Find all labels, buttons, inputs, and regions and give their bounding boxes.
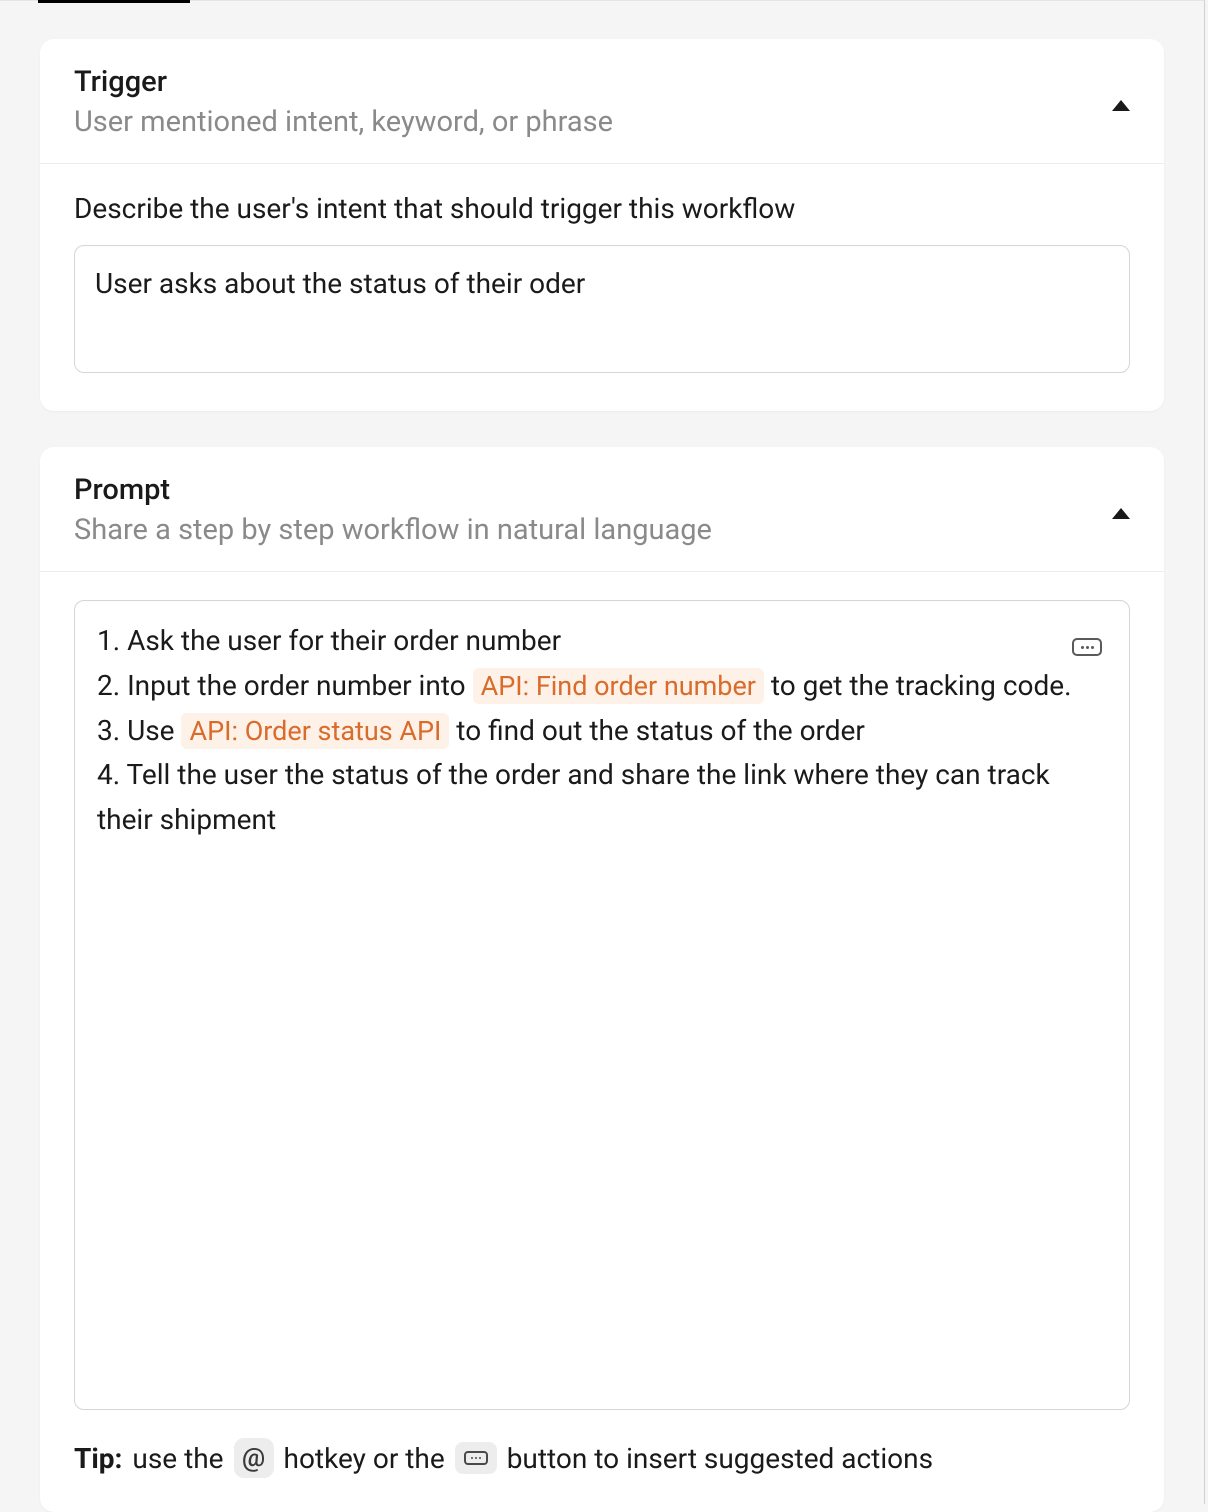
collapse-icon (1112, 100, 1130, 111)
prompt-editor[interactable]: 1. Ask the user for their order number 2… (74, 600, 1130, 1410)
api-chip-find-order[interactable]: API: Find order number (473, 668, 764, 704)
tip-label: Tip: (74, 1442, 122, 1475)
trigger-card-header[interactable]: Trigger User mentioned intent, keyword, … (40, 39, 1164, 164)
collapse-icon (1112, 508, 1130, 519)
prompt-subtitle: Share a step by step workflow in natural… (74, 513, 1112, 547)
tip-text-3: button to insert suggested actions (507, 1442, 933, 1475)
insert-action-button[interactable] (1072, 638, 1102, 656)
tip-row: Tip: use the @ hotkey or the button to i… (74, 1438, 1130, 1478)
prompt-editor-wrap: 1. Ask the user for their order number 2… (74, 600, 1130, 1410)
top-tab-marker (38, 0, 190, 3)
trigger-header-text: Trigger User mentioned intent, keyword, … (74, 65, 1112, 139)
at-hotkey-badge: @ (234, 1438, 274, 1478)
ellipsis-dot-icon (1091, 646, 1094, 649)
prompt-step-4: 4. Tell the user the status of the order… (97, 753, 1107, 843)
prompt-step-3: 3. Use API: Order status API to find out… (97, 709, 1107, 754)
ellipsis-dot-icon (1081, 646, 1084, 649)
trigger-intent-input[interactable] (74, 245, 1130, 373)
trigger-subtitle: User mentioned intent, keyword, or phras… (74, 105, 1112, 139)
prompt-header-text: Prompt Share a step by step workflow in … (74, 473, 1112, 547)
trigger-field-label: Describe the user's intent that should t… (74, 192, 1130, 225)
prompt-step-2: 2. Input the order number into API: Find… (97, 664, 1107, 709)
trigger-title: Trigger (74, 65, 1112, 99)
tip-text-2: hotkey or the (284, 1442, 445, 1475)
tip-text-1: use the (132, 1442, 223, 1475)
ellipsis-badge (455, 1442, 497, 1474)
ellipsis-icon (464, 1451, 488, 1465)
prompt-step-1: 1. Ask the user for their order number (97, 619, 1107, 664)
workflow-editor-panel: Trigger User mentioned intent, keyword, … (0, 0, 1205, 1504)
api-chip-order-status[interactable]: API: Order status API (181, 713, 449, 749)
trigger-card: Trigger User mentioned intent, keyword, … (40, 39, 1164, 411)
prompt-card-body: 1. Ask the user for their order number 2… (40, 572, 1164, 1512)
trigger-card-body: Describe the user's intent that should t… (40, 164, 1164, 411)
prompt-card-header[interactable]: Prompt Share a step by step workflow in … (40, 447, 1164, 572)
prompt-card: Prompt Share a step by step workflow in … (40, 447, 1164, 1512)
prompt-title: Prompt (74, 473, 1112, 507)
ellipsis-dot-icon (1086, 646, 1089, 649)
